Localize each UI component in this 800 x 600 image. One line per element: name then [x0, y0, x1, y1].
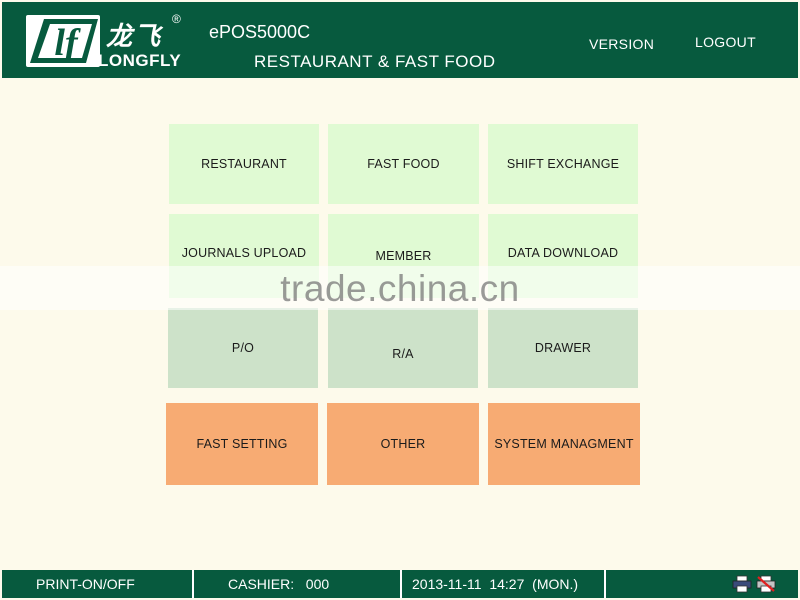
cashier-label: CASHIER: — [228, 576, 295, 592]
fast-food-button[interactable]: FAST FOOD — [328, 124, 479, 204]
cashier-info: CASHIER: 000 — [194, 570, 402, 598]
print-toggle-label: PRINT-ON/OFF — [36, 576, 135, 592]
pos-screen: lf 龙飞 ® LONGFLY ePOS5000C RESTAURANT & F… — [0, 0, 800, 600]
version-button[interactable]: VERSION — [589, 36, 654, 52]
datetime-display: 2013-11-11 14:27 (MON.) — [402, 570, 606, 598]
registered-mark: ® — [172, 12, 181, 26]
status-bar: PRINT-ON/OFF CASHIER: 000 2013-11-11 14:… — [2, 570, 798, 598]
svg-text:lf: lf — [54, 22, 81, 64]
status-icons — [606, 570, 798, 598]
printer-icon — [732, 575, 752, 593]
print-toggle-button[interactable]: PRINT-ON/OFF — [2, 570, 194, 598]
printer-off-icon — [756, 575, 776, 593]
header-bar: lf 龙飞 ® LONGFLY ePOS5000C RESTAURANT & F… — [2, 2, 798, 78]
time-text: 14:27 — [489, 576, 525, 592]
drawer-button[interactable]: DRAWER — [488, 308, 638, 388]
cashier-id: 000 — [305, 576, 330, 592]
restaurant-button[interactable]: RESTAURANT — [169, 124, 319, 204]
po-button[interactable]: P/O — [168, 308, 318, 388]
date-text: 2013-11-11 — [412, 576, 482, 592]
ra-button[interactable]: R/A — [328, 308, 478, 388]
system-management-button[interactable]: SYSTEM MANAGMENT — [488, 403, 640, 485]
app-subtitle: RESTAURANT & FAST FOOD — [254, 52, 496, 71]
longfly-logo: lf — [26, 15, 100, 67]
shift-exchange-button[interactable]: SHIFT EXCHANGE — [488, 124, 638, 204]
other-button[interactable]: OTHER — [327, 403, 479, 485]
longfly-logo-mark-icon: lf — [30, 19, 98, 64]
watermark-text: trade.china.cn — [280, 268, 520, 309]
logo-english-name: LONGFLY — [98, 51, 182, 70]
logo-chinese-name: 龙飞 — [106, 21, 163, 51]
fast-setting-button[interactable]: FAST SETTING — [166, 403, 318, 485]
logout-button[interactable]: LOGOUT — [695, 34, 756, 50]
product-name: ePOS5000C — [209, 22, 311, 42]
weekday-text: (MON.) — [532, 576, 579, 592]
